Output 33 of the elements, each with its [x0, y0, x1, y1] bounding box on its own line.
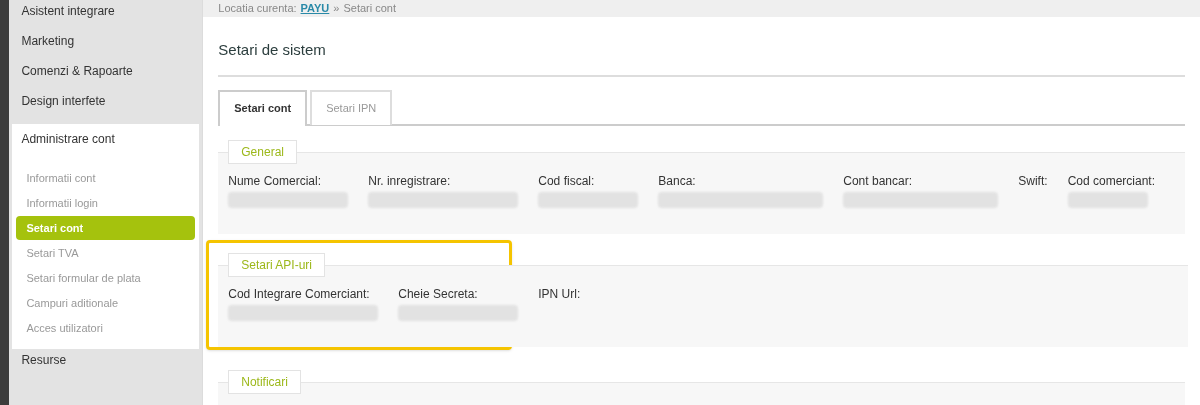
breadcrumb-label: Locatia curenta: — [218, 1, 297, 16]
breadcrumb-current: Setari cont — [343, 1, 397, 16]
submenu-item[interactable]: Setari cont — [16, 216, 196, 240]
sidebar-item[interactable]: Marketing — [9, 32, 203, 62]
field-label: Banca: — [658, 172, 697, 189]
field-label: Cont bancar: — [843, 172, 913, 189]
submenu-item[interactable]: Setari TVA — [16, 241, 196, 265]
field-label: Cod fiscal: — [538, 172, 596, 189]
breadcrumb-link[interactable]: PAYU — [300, 0, 330, 17]
field-label: Swift: — [1018, 172, 1048, 189]
page-title: Setari de sistem — [218, 39, 327, 60]
submenu-item[interactable]: Setari formular de plata — [16, 266, 196, 290]
field-label: Cheie Secreta: — [398, 285, 479, 302]
field-label: Cod Integrare Comerciant: — [228, 285, 371, 302]
breadcrumb-separator: » — [333, 1, 340, 16]
sidebar-item[interactable]: Administrare cont — [12, 124, 200, 158]
section-title: Notificari — [228, 369, 301, 394]
section-title: General — [228, 139, 297, 164]
submenu-item[interactable]: Acces utilizatori — [16, 316, 196, 340]
sidebar-item[interactable]: Resurse — [9, 351, 203, 381]
field-label: Nr. inregistrare: — [368, 172, 452, 189]
submenu-item[interactable]: Informatii cont — [16, 166, 196, 190]
section-title: Setari API-uri — [228, 252, 325, 277]
tab[interactable]: Setari cont — [218, 89, 308, 126]
submenu-item[interactable]: Informatii login — [16, 191, 196, 215]
field-label: IPN Url: — [538, 285, 581, 302]
field-label: Nume Comercial: — [228, 172, 322, 189]
sidebar-item[interactable]: Asistent integrare — [9, 2, 203, 32]
field-label: Cod comerciant: — [1067, 172, 1155, 189]
sidebar-item[interactable]: Design interfete — [9, 92, 203, 122]
submenu-item[interactable]: Campuri aditionale — [16, 291, 196, 315]
tab[interactable]: Setari IPN — [310, 89, 393, 125]
sidebar-item[interactable]: Comenzi & Rapoarte — [9, 62, 203, 92]
